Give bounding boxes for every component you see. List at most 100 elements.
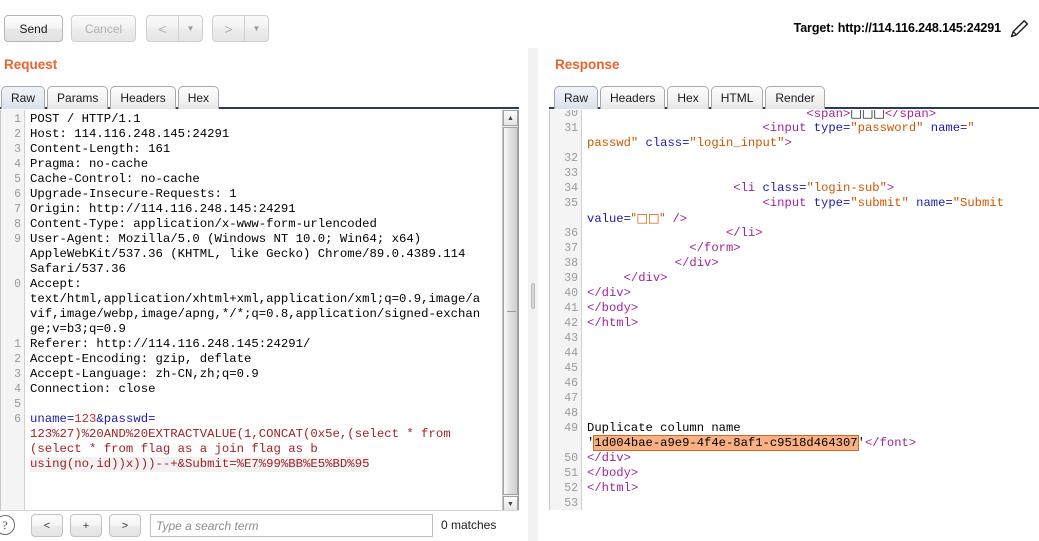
help-icon[interactable]: ? (0, 515, 15, 535)
line-number: 5 (14, 398, 21, 411)
code-line: </body> (587, 301, 639, 315)
request-search-bar: ? < + > 0 matches (0, 510, 519, 541)
code-line: value="□□" /> (587, 211, 688, 226)
code-line: text/html,application/xhtml+xml,applicat… (30, 292, 481, 306)
code-line: </html> (587, 316, 639, 330)
line-number: 3 (14, 143, 21, 156)
tab-render[interactable]: Render (765, 86, 825, 109)
scroll-up-icon[interactable]: ▲ (503, 110, 518, 126)
request-raw-editor[interactable]: 1 2 3 4 5 6 7 8 9 0 1 2 3 4 5 6 POST / HTTP/1.1 Host: 11… (0, 110, 519, 512)
line-number: 31 (564, 122, 578, 135)
code-line: User-Agent: Mozilla/5.0 (Windows NT 10.0… (30, 232, 422, 246)
search-input[interactable] (150, 514, 433, 537)
scrollbar-thumb[interactable] (503, 127, 518, 495)
code-line: Upgrade-Insecure-Requests: 1 (30, 187, 237, 201)
search-add-button[interactable]: + (70, 514, 102, 537)
line-number: 9 (14, 233, 21, 246)
request-panel: Request Raw Params Headers Hex 1 2 3 4 5 6 7 8 9 0 12… (0, 48, 519, 541)
line-number: 6 (14, 413, 21, 426)
line-number: 43 (564, 332, 578, 345)
code-line: Content-Type: application/x-www-form-url… (30, 217, 377, 231)
burp-repeater-window: Send Cancel < ▼ > ▼ Target: http://114.1… (0, 0, 1039, 541)
code-line: </div> (623, 271, 668, 285)
line-number: 48 (564, 407, 578, 420)
line-number: 45 (564, 362, 578, 375)
response-code-area[interactable]: <span>□□□</span> <input type="password" … (583, 110, 1039, 510)
code-line: </li> (725, 226, 763, 240)
line-number: 4 (14, 383, 21, 396)
line-number: 50 (564, 452, 578, 465)
code-line: ge;v=b3;q=0.9 (30, 322, 126, 336)
line-number: 49 (564, 422, 578, 435)
line-number: 5 (14, 173, 21, 186)
line-number: 7 (14, 203, 21, 216)
search-previous-button[interactable]: < (31, 514, 63, 537)
code-line: POST / HTTP/1.1 (30, 112, 141, 126)
response-raw-editor[interactable]: 30 31 32 33 34 35 36 37 38 39 40 41 42 43 44 45 46 47 48 49… (549, 110, 1039, 510)
response-panel: Response Raw Headers Hex HTML Render 30 31 32 3… (545, 48, 1039, 541)
line-number: 47 (564, 392, 578, 405)
chevron-down-icon[interactable]: ▼ (244, 15, 269, 42)
panel-splitter[interactable] (528, 48, 538, 541)
code-line: Host: 114.116.248.145:24291 (30, 127, 230, 141)
line-number: 37 (564, 242, 578, 255)
tab-params[interactable]: Params (47, 86, 109, 109)
line-number: 1 (14, 113, 21, 126)
line-number: 36 (564, 227, 578, 240)
line-number: 52 (564, 482, 578, 495)
code-line: vif,image/webp,image/apng,*/*;q=0.8,appl… (30, 307, 481, 321)
code-line: </html> (587, 481, 639, 495)
response-tab-strip: Raw Headers Hex HTML Render (554, 84, 827, 109)
chevron-down-icon[interactable]: ▼ (178, 15, 203, 42)
code-line: Pragma: no-cache (30, 157, 149, 171)
code-line: Content-Length: 161 (30, 142, 171, 156)
code-line: </div> (587, 286, 631, 300)
splitter-grip[interactable] (531, 283, 535, 309)
code-line: Accept-Encoding: gzip, deflate (30, 352, 252, 366)
tab-hex[interactable]: Hex (667, 86, 709, 109)
request-line-number-gutter: 1 2 3 4 5 6 7 8 9 0 1 2 3 4 5 6 (1, 110, 25, 512)
chevron-right-icon[interactable]: > (212, 15, 244, 42)
tab-hex[interactable]: Hex (177, 86, 220, 109)
code-line: </div> (674, 256, 719, 270)
line-number: 8 (14, 218, 21, 231)
code-line: <input type="submit" name="Submit (762, 196, 1004, 210)
code-line: AppleWebKit/537.36 (KHTML, like Gecko) C… (30, 247, 466, 261)
line-number: 39 (564, 272, 578, 285)
code-line: Referer: http://114.116.248.145:24291/ (30, 337, 311, 351)
line-number: 35 (564, 197, 578, 210)
request-vertical-scrollbar[interactable]: ▲ ▼ (502, 110, 519, 512)
cancel-button: Cancel (71, 15, 136, 42)
line-number: 42 (564, 317, 578, 330)
code-line: </div> (587, 451, 631, 465)
line-number: 46 (564, 377, 578, 390)
line-number: 0 (14, 278, 21, 291)
line-number: 51 (564, 467, 578, 480)
tab-raw[interactable]: Raw (554, 86, 599, 109)
code-line: passwd" class="login_input"> (587, 136, 792, 150)
code-line: 123%27)%20AND%20EXTRACTVALUE(1,CONCAT(0x… (30, 427, 451, 441)
code-line: </body> (587, 466, 639, 480)
previous-request-split-button[interactable]: < ▼ (146, 15, 203, 42)
tab-html[interactable]: HTML (710, 86, 764, 109)
line-number: 2 (14, 128, 21, 141)
tab-headers[interactable]: Headers (600, 86, 666, 109)
chevron-left-icon[interactable]: < (146, 15, 178, 42)
line-number: 30 (564, 110, 578, 120)
match-count-label: 0 matches (441, 518, 497, 532)
request-code-area[interactable]: POST / HTTP/1.1 Host: 114.116.248.145:242… (26, 110, 519, 512)
request-panel-title: Request (4, 57, 58, 72)
code-line: Origin: http://114.116.248.145:24291 (30, 202, 296, 216)
line-number: 38 (564, 257, 578, 270)
tab-raw[interactable]: Raw (1, 86, 46, 109)
search-next-button[interactable]: > (109, 514, 141, 537)
line-number: 44 (564, 347, 578, 360)
tab-headers[interactable]: Headers (110, 86, 176, 109)
code-line: uname=123&passwd= (30, 412, 156, 426)
target-label: Target: http://114.116.248.145:24291 (793, 21, 1002, 35)
top-toolbar: Send Cancel < ▼ > ▼ Target: http://114.1… (0, 0, 1039, 48)
code-line: Duplicate column name (587, 421, 741, 435)
send-button[interactable]: Send (4, 15, 63, 42)
pencil-icon[interactable] (1007, 17, 1031, 41)
next-request-split-button[interactable]: > ▼ (212, 15, 269, 42)
